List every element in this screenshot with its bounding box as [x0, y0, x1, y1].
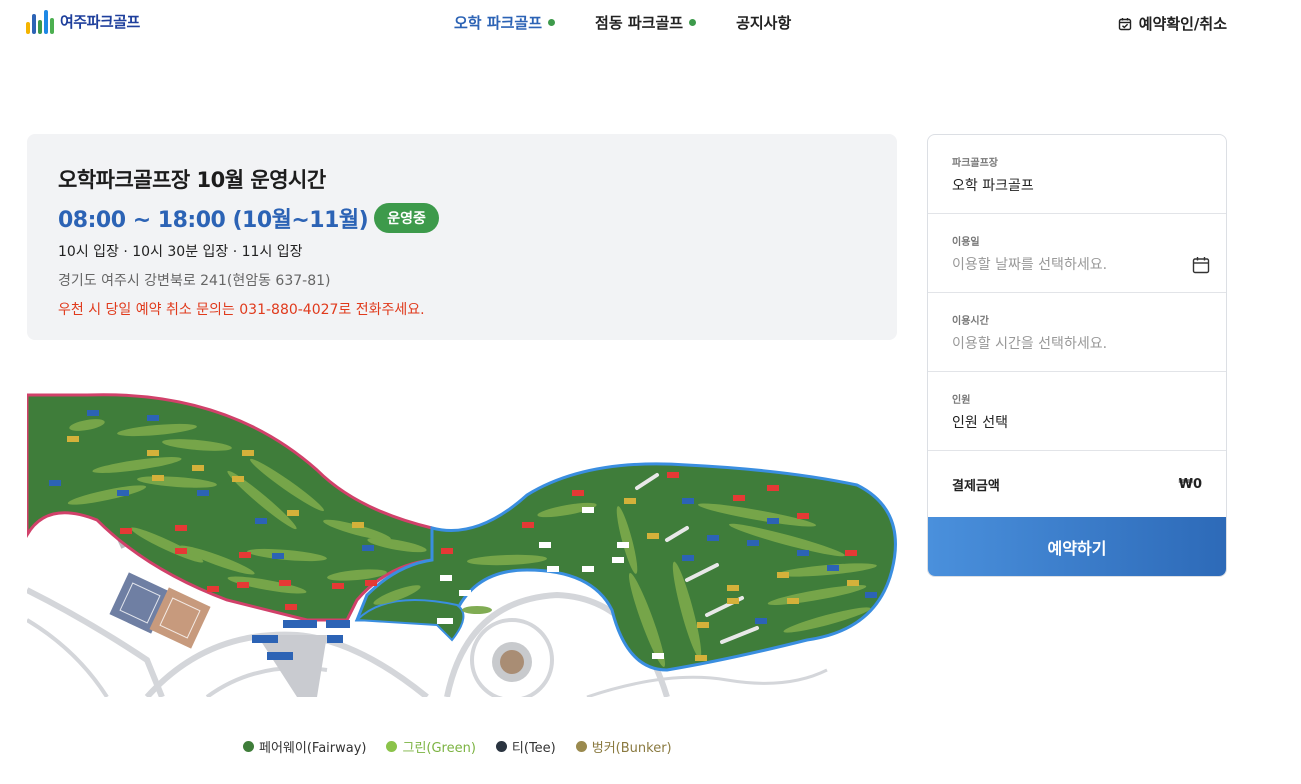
- course-map: [27, 370, 897, 697]
- legend-swatch: [575, 741, 587, 752]
- total-row: 결제금액 ₩0: [928, 451, 1226, 517]
- status-dot-icon: [689, 19, 697, 26]
- people-value: 인원 선택: [952, 415, 1008, 431]
- total-value: ₩0: [1178, 476, 1202, 492]
- operating-hours: 08:00 ~ 18:00 (10월~11월): [58, 208, 369, 233]
- main-nav: 오학 파크골프 점동 파크골프 공지사항: [454, 12, 791, 33]
- time-field[interactable]: 이용시간 이용할 시간을 선택하세요.: [928, 293, 1226, 372]
- time-label: 이용시간: [952, 316, 989, 327]
- legend-swatch: [243, 741, 254, 752]
- course-value: 오학 파크골프: [952, 178, 1034, 194]
- calendar-icon[interactable]: [1192, 256, 1210, 274]
- course-label: 파크골프장: [952, 158, 998, 169]
- reservation-link-label: 예약확인/취소: [1138, 15, 1227, 33]
- legend-swatch: [495, 741, 507, 752]
- reservation-check-link[interactable]: 예약확인/취소: [1118, 13, 1227, 34]
- time-placeholder: 이용할 시간을 선택하세요.: [952, 336, 1108, 352]
- address: 경기도 여주시 강변북로 241(현암동 637-81): [58, 273, 331, 289]
- legend-label: 벙커(Bunker): [591, 741, 672, 756]
- legend-item-fairway: 페어웨이(Fairway): [243, 737, 366, 756]
- cancel-notice: 우천 시 당일 예약 취소 문의는 031-880-4027로 전화주세요.: [58, 302, 425, 318]
- nav-notice[interactable]: 공지사항: [736, 12, 791, 33]
- people-field[interactable]: 인원 인원 선택: [928, 372, 1226, 451]
- entry-times: 10시 입장 · 10시 30분 입장 · 11시 입장: [58, 244, 303, 260]
- map-legend: 페어웨이(Fairway) 그린(Green) 티(Tee) 벙커(Bunker…: [243, 737, 672, 756]
- status-badge: 운영중: [374, 203, 439, 233]
- nav-label: 오학 파크골프: [454, 14, 543, 32]
- date-field[interactable]: 이용일 이용할 날짜를 선택하세요.: [928, 214, 1226, 293]
- status-dot-icon: [548, 19, 556, 26]
- calendar-check-icon: [1118, 17, 1131, 30]
- logo-text: 여주파크골프: [60, 12, 140, 31]
- nav-label: 점동 파크골프: [595, 14, 684, 32]
- hours-row: 08:00 ~ 18:00 (10월~11월) 운영중: [58, 202, 866, 234]
- nav-jeomdong-parkgolf[interactable]: 점동 파크골프: [595, 12, 697, 33]
- legend-item-tee: 티(Tee): [495, 737, 556, 756]
- people-label: 인원: [952, 395, 971, 406]
- operating-info-card: 오학파크골프장 10월 운영시간 08:00 ~ 18:00 (10월~11월)…: [27, 134, 897, 340]
- legend-label: 페어웨이(Fairway): [259, 741, 367, 756]
- course-field[interactable]: 파크골프장 오학 파크골프: [928, 135, 1226, 214]
- course-map-image: [27, 393, 897, 697]
- reserve-button[interactable]: 예약하기: [928, 517, 1226, 576]
- nav-ohak-parkgolf[interactable]: 오학 파크골프: [454, 12, 556, 33]
- legend-label: 그린(Green): [402, 741, 476, 756]
- legend-item-green: 그린(Green): [386, 737, 476, 756]
- nav-label: 공지사항: [736, 14, 792, 32]
- logo[interactable]: 여주파크골프: [26, 8, 140, 34]
- legend-label: 티(Tee): [511, 741, 556, 756]
- logo-bars-icon: [26, 8, 54, 34]
- legend-swatch: [386, 741, 398, 752]
- booking-panel: 파크골프장 오학 파크골프 이용일 이용할 날짜를 선택하세요. 이용시간 이용…: [927, 134, 1227, 577]
- date-label: 이용일: [952, 237, 980, 248]
- legend-item-bunker: 벙커(Bunker): [575, 737, 672, 756]
- total-label: 결제금액: [952, 478, 1000, 494]
- date-placeholder: 이용할 날짜를 선택하세요.: [952, 257, 1108, 273]
- info-title: 오학파크골프장 10월 운영시간: [58, 168, 326, 192]
